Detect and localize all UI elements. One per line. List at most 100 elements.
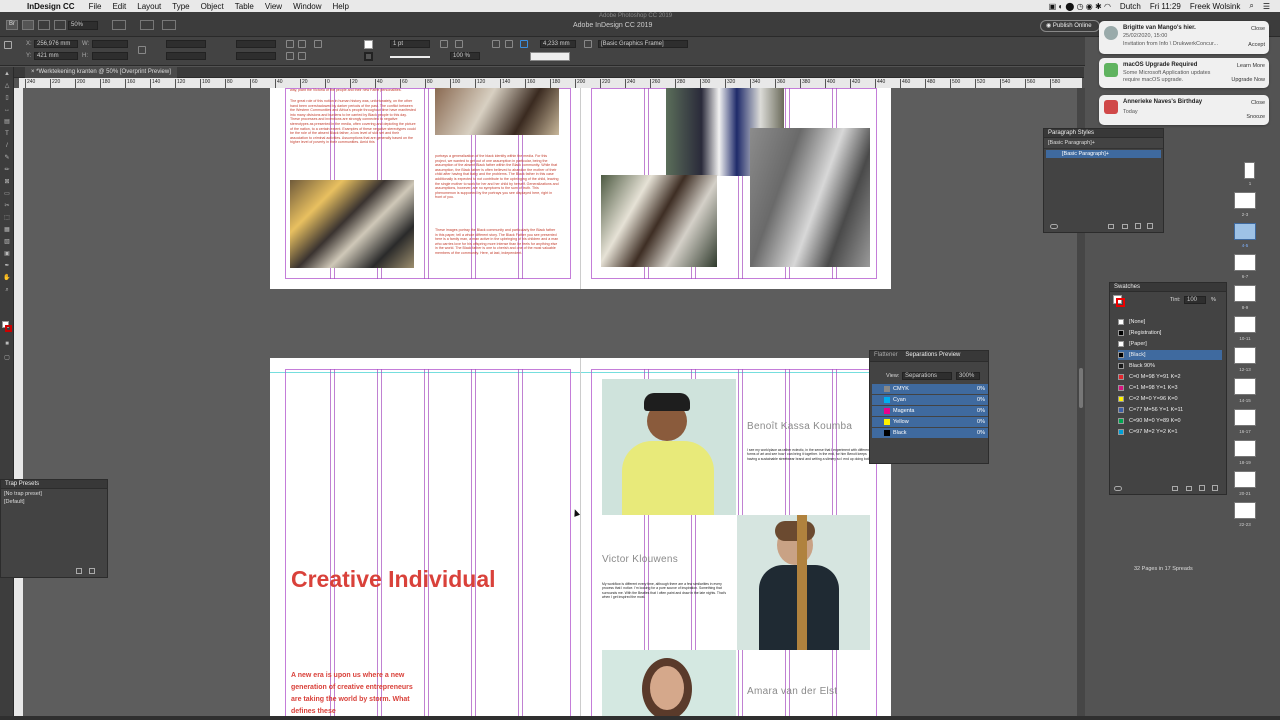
trap-presets-title[interactable]: Trap Presets [1,480,107,489]
hand-tool-icon[interactable]: ✋ [3,275,11,282]
page-thumb[interactable] [1234,378,1256,395]
screen-mode-icon[interactable] [112,20,126,30]
view-options-icon[interactable] [54,20,66,30]
close-button[interactable]: Close [1251,26,1265,32]
tab-flattener[interactable]: Flattener [874,352,898,358]
learn-more-button[interactable]: Learn More [1237,63,1265,69]
page-thumb[interactable] [1234,440,1256,457]
menu-help[interactable]: Help [333,2,349,11]
eyedropper-tool-icon[interactable]: ✒ [3,263,11,270]
spread-2[interactable]: Creative Individual A new era is upon us… [270,358,891,716]
arrange-documents-icon[interactable] [140,20,154,30]
new-swatch-icon[interactable] [1199,485,1205,491]
page-thumb[interactable] [1234,192,1256,209]
type-tool-icon[interactable]: T [3,131,11,138]
fit-content-icon[interactable] [492,40,500,48]
stroke-color-icon[interactable] [5,325,12,332]
menu-edit[interactable]: Edit [112,2,126,11]
reference-point-icon[interactable] [4,41,12,49]
gradient-feather-tool-icon[interactable]: ▧ [3,239,11,246]
menu-file[interactable]: File [89,2,102,11]
rectangle-tool-icon[interactable]: ▭ [3,191,11,198]
menu-window[interactable]: Window [293,2,321,11]
body-text[interactable]: The great role of this notion in human h… [290,99,416,165]
trash-icon[interactable] [89,568,95,574]
corner-icon[interactable] [455,40,463,48]
person-text-victor[interactable]: My workflow is different every time, alt… [602,582,728,600]
body-text[interactable]: way, plant the Victoria of the people an… [290,88,415,96]
rotate-ccw-icon[interactable] [298,40,306,48]
photo-victor[interactable] [737,515,870,650]
trap-preset-item[interactable]: [No trap preset] [1,489,107,499]
new-preset-icon[interactable] [76,568,82,574]
notification-macos[interactable]: macOS Upgrade Required Some Microsoft Ap… [1099,58,1269,88]
stroke-swatch[interactable] [364,52,373,61]
notification-calendar[interactable]: Brigitte van Mango's hier. 25/02/2020, 1… [1099,21,1269,54]
page-thumb[interactable] [1234,254,1256,271]
spread-heading[interactable]: Creative Individual [291,566,496,593]
scroll-thumb[interactable] [1079,368,1083,408]
vertical-ruler[interactable] [14,88,23,716]
page-tool-icon[interactable]: ▯ [3,95,11,102]
person-name-victor[interactable]: Victor Klouwens [602,554,678,565]
note-tool-icon[interactable]: ▣ [3,251,11,258]
swatch-row[interactable]: [None] [1118,317,1222,327]
x-position-field[interactable]: 256,976 mm [34,40,78,48]
page-thumb[interactable] [1244,162,1255,179]
swatch-row[interactable]: [Black] [1118,350,1222,360]
corner-size-field[interactable]: 4,233 mm [540,40,576,48]
photo-benoit[interactable] [602,379,736,515]
tab-separations-preview[interactable]: Separations Preview [905,352,960,358]
separation-row[interactable]: CMYK 0% [872,384,988,394]
search-icon[interactable]: ⌕ [1249,1,1253,11]
shear-field[interactable] [236,52,276,60]
separation-row[interactable]: Cyan 0% [872,395,988,405]
publish-online-button[interactable]: ◉ Publish Online [1040,20,1100,32]
snooze-button[interactable]: Snooze [1246,114,1265,120]
rectangle-frame-tool-icon[interactable]: ⊠ [3,179,11,186]
swatches-title[interactable]: Swatches [1110,283,1226,292]
photo-father-kids[interactable] [601,175,717,267]
object-style-select[interactable]: [Basic Graphics Frame] [598,40,688,48]
view-select[interactable]: Separations [902,372,952,380]
folder-icon[interactable] [1108,224,1114,229]
gradient-tool-icon[interactable]: ▦ [3,227,11,234]
page-thumb[interactable] [1234,502,1256,519]
page-thumb[interactable] [1234,471,1256,488]
stroke-type-select[interactable] [390,56,430,58]
swatch-row[interactable]: C=77 M=56 Y=1 K=11 [1118,405,1222,415]
separation-row[interactable]: Magenta 0% [872,406,988,416]
content-collector-icon[interactable]: ▤ [3,119,11,126]
swatch-row[interactable]: [Paper] [1118,339,1222,349]
paragraph-styles-title[interactable]: Paragraph Styles [1044,129,1163,138]
notification-center-icon[interactable]: ☰ [1263,2,1270,11]
workspace-icon[interactable] [162,20,176,30]
stroke-swatch-icon[interactable] [1116,298,1125,307]
line-tool-icon[interactable]: / [3,143,11,150]
separation-row[interactable]: Black 0% [872,428,988,438]
cloud-icon[interactable] [1114,486,1122,491]
document-tab[interactable]: × *Werktekening kranten @ 50% [Overprint… [25,67,177,78]
photo-family-top[interactable] [435,88,559,135]
app-menu[interactable]: InDesign CC [27,2,75,11]
menu-type[interactable]: Type [172,2,189,11]
swatch-row[interactable]: C=90 M=0 Y=89 K=0 [1118,416,1222,426]
scale-y-field[interactable] [166,52,206,60]
direct-selection-tool-icon[interactable]: △ [3,83,11,90]
horizontal-ruler[interactable]: 240 220 200 180 160 140 120 100 80 60 40 20 0 20 40 60 8… [19,78,1082,88]
frame-grid-icon[interactable] [38,20,50,30]
free-transform-tool-icon[interactable]: ⬚ [3,215,11,222]
menu-view[interactable]: View [265,2,282,11]
align-stroke-icon[interactable] [440,40,448,48]
user-menu[interactable]: Freek Wolsink [1190,2,1241,11]
apply-color-icon[interactable]: ■ [3,341,11,348]
body-text[interactable]: These images portray the Black community… [435,228,559,270]
close-button[interactable]: Close [1251,100,1265,106]
frame-fitting-icon[interactable] [584,40,592,48]
page-thumb[interactable] [1234,409,1256,426]
menu-table[interactable]: Table [235,2,254,11]
pencil-tool-icon[interactable]: ✏ [3,167,11,174]
gap-tool-icon[interactable]: ↔ [3,107,11,114]
upgrade-now-button[interactable]: Upgrade Now [1231,77,1265,83]
zoom-select[interactable]: 300% [956,372,980,380]
